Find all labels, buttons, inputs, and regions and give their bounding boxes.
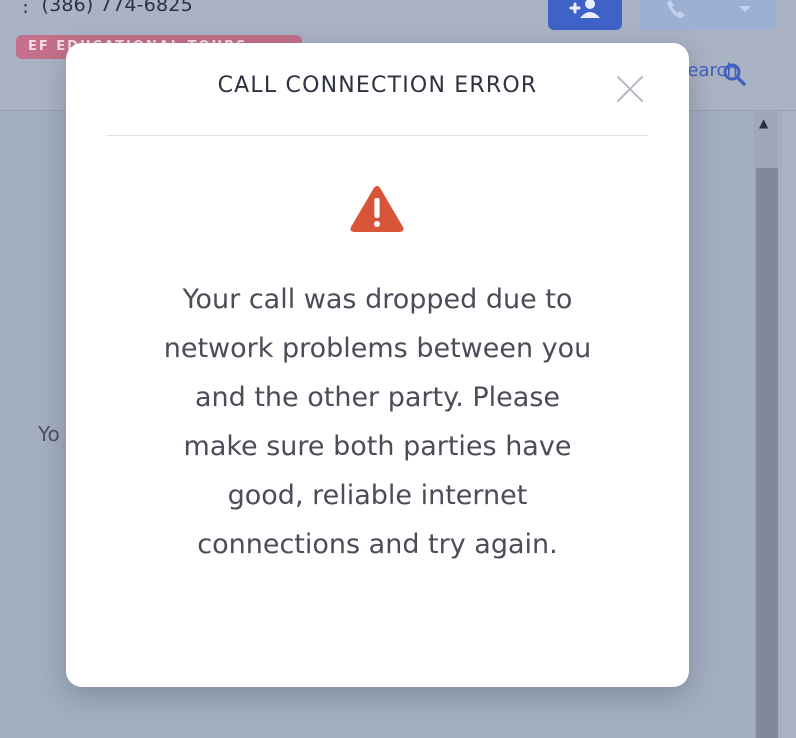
add-contact-button[interactable] bbox=[548, 0, 622, 30]
scroll-up-icon[interactable]: ▲ bbox=[759, 116, 768, 130]
call-error-dialog: CALL CONNECTION ERROR Your call was drop… bbox=[66, 43, 689, 687]
call-button[interactable] bbox=[640, 0, 777, 30]
window-edge bbox=[782, 111, 796, 738]
close-icon[interactable] bbox=[614, 73, 646, 105]
phone-icon bbox=[667, 0, 686, 18]
dialog-title: CALL CONNECTION ERROR bbox=[217, 73, 538, 98]
add-contact-icon bbox=[569, 0, 600, 18]
search-icon[interactable] bbox=[722, 62, 748, 88]
title-divider bbox=[107, 135, 648, 136]
error-message: Your call was dropped due to network pro… bbox=[163, 284, 592, 560]
phone-number-row[interactable]: ⋮ (386) 774-6825 bbox=[16, 0, 193, 16]
close-button[interactable] bbox=[614, 73, 646, 105]
warning-icon bbox=[350, 186, 404, 232]
scrollbar-thumb[interactable] bbox=[756, 168, 778, 738]
phone-number: (386) 774-6825 bbox=[41, 0, 193, 16]
chevron-down-icon[interactable] bbox=[738, 4, 752, 14]
phone-icon-dots: ⋮ bbox=[16, 0, 36, 16]
background-message-text: Yo bbox=[38, 422, 60, 446]
